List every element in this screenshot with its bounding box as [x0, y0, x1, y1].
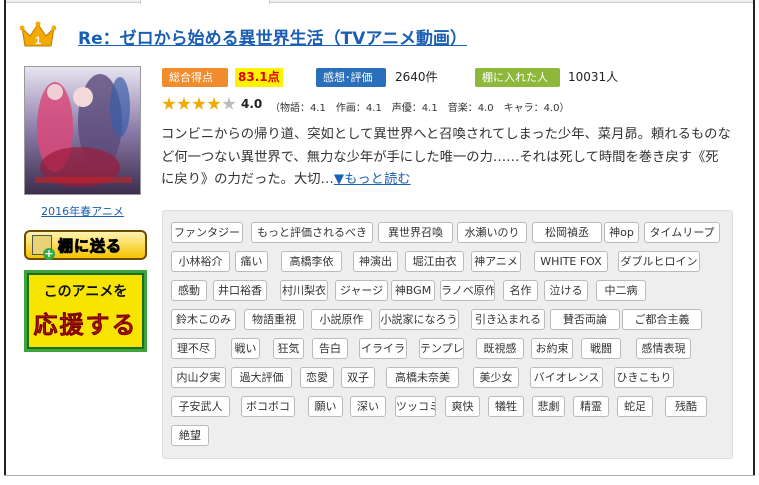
rating-stars — [162, 97, 236, 111]
tag-chip[interactable]: 神演出 — [353, 251, 398, 272]
tag-chip[interactable]: 小説原作 — [311, 309, 372, 330]
tag-chip[interactable]: 感動 — [171, 280, 207, 301]
tag-chip[interactable]: 内山夕実 — [171, 367, 226, 388]
tag-chip[interactable]: タイムリープ — [644, 222, 720, 243]
tag-chip[interactable]: ツッコミ — [395, 396, 436, 417]
tag-chip[interactable]: イライラ — [359, 338, 407, 359]
reviews-label: 感想･評価 — [316, 68, 386, 87]
tag-chip[interactable]: 既視感 — [476, 338, 524, 359]
add-to-shelf-button[interactable]: 棚に送る — [24, 230, 147, 260]
tag-chip[interactable]: 痛い — [235, 251, 268, 272]
tag-chip[interactable]: WHITE FOX — [534, 251, 608, 272]
tag-chip[interactable]: もっと評価されるべき — [251, 222, 373, 243]
tag-chip[interactable]: ラノベ原作 — [440, 280, 495, 301]
tag-chip[interactable]: 子安武人 — [171, 396, 230, 417]
synopsis: コンビニからの帰り道、突如として異世界へと召喚されてしまった少年、菜月昴。頼れる… — [161, 124, 731, 192]
tag-chip[interactable]: ジャージ — [335, 280, 388, 301]
support-button-line1: このアニメを — [43, 284, 128, 300]
tags-panel: ファンタジー もっと評価されるべき 異世界召喚 水瀬いのり 松岡禎丞 神op タイムリープ小… — [162, 210, 733, 459]
star-icon — [177, 97, 191, 110]
reviews-count: 2640件 — [395, 70, 438, 84]
tag-chip[interactable]: 告白 — [312, 338, 348, 359]
synopsis-text: コンビニからの帰り道、突如として異世界へと召喚されてしまった少年、菜月昴。頼れる… — [161, 127, 731, 187]
tag-chip[interactable]: 引き込まれる — [471, 309, 545, 330]
total-score-value: 83.1点 — [235, 68, 283, 87]
rating-breakdown: （物語：4.1 作画：4.1 声優：4.1 音楽：4.0 キャラ：4.0） — [270, 103, 570, 114]
star-icon — [207, 97, 221, 110]
tag-chip[interactable]: 狂気 — [273, 338, 304, 359]
rank-number: 1 — [35, 35, 41, 47]
star-icon — [162, 97, 176, 110]
tag-chip[interactable]: 理不尽 — [171, 338, 216, 359]
read-more-link[interactable]: ▼もっと読む — [334, 172, 411, 187]
support-button-line2: 応援する — [33, 311, 138, 340]
tag-chip[interactable]: テンプレ — [419, 338, 464, 359]
tag-chip[interactable]: 高橋李依 — [281, 251, 342, 272]
tag-chip[interactable]: 小林裕介 — [171, 251, 230, 272]
tag-chip[interactable]: 美少女 — [473, 367, 519, 388]
tag-chip[interactable]: ダブルヒロイン — [618, 251, 700, 272]
tag-chip[interactable]: 村川梨衣 — [280, 280, 328, 301]
tag-chip[interactable]: 泣ける — [544, 280, 588, 301]
tag-chip[interactable]: ご都合主義 — [622, 309, 702, 330]
tag-chip[interactable]: 鈴木このみ — [171, 309, 236, 330]
tag-chip[interactable]: 爽快 — [445, 396, 480, 417]
star-icon — [192, 97, 206, 110]
tag-chip[interactable]: 小説家になろう — [379, 309, 459, 330]
tag-chip[interactable]: バイオレンス — [530, 367, 603, 388]
tag-chip[interactable]: 犠牲 — [488, 396, 524, 417]
anime-poster-image[interactable] — [24, 66, 141, 195]
anime-title-link[interactable]: Re：ゼロから始める異世界生活（TVアニメ動画） — [78, 24, 467, 49]
tag-chip[interactable]: ボコボコ — [241, 396, 295, 417]
shelf-add-icon — [32, 235, 55, 260]
tag-chip[interactable]: 過大評価 — [231, 367, 292, 388]
rank-crown-icon: 1 — [20, 21, 56, 47]
tag-chip[interactable]: ひきこもり — [614, 367, 674, 388]
tag-chip[interactable]: 賛否両論 — [550, 309, 620, 330]
tag-chip[interactable]: 井口裕香 — [213, 280, 267, 301]
shelf-button-label: 棚に送る — [57, 236, 123, 255]
tag-chip[interactable]: 蛇足 — [617, 396, 653, 417]
tag-chip[interactable]: 深い — [350, 396, 386, 417]
tag-chip[interactable]: 名作 — [503, 280, 538, 301]
tag-chip[interactable]: 願い — [308, 396, 343, 417]
tag-chip[interactable]: 水瀬いのり — [457, 222, 527, 243]
bottom-border — [4, 475, 755, 485]
tag-chip[interactable]: 神アニメ — [471, 251, 521, 272]
shelf-count-label: 棚に入れた人 — [475, 68, 560, 87]
tag-chip[interactable]: 戦闘 — [581, 338, 621, 359]
tag-chip[interactable]: 感情表現 — [636, 338, 691, 359]
tag-chip[interactable]: ファンタジー — [171, 222, 243, 243]
tag-chip[interactable]: 物語重視 — [244, 309, 304, 330]
tag-chip[interactable]: 神BGM — [391, 280, 435, 301]
tag-chip[interactable]: 双子 — [341, 367, 375, 388]
tag-chip[interactable]: 恋愛 — [300, 367, 334, 388]
star-icon — [222, 97, 236, 110]
tag-chip[interactable]: 戦い — [231, 338, 260, 359]
shelf-count-value: 10031人 — [568, 70, 619, 84]
tag-chip[interactable]: 堀江由衣 — [405, 251, 464, 272]
tag-chip[interactable]: 残酷 — [665, 396, 707, 417]
tag-chip[interactable]: 高橋未奈美 — [386, 367, 459, 388]
season-link[interactable]: 2016年春アニメ — [24, 203, 141, 219]
rating-overall: 4.0 — [241, 97, 263, 111]
tag-chip[interactable]: 松岡禎丞 — [532, 222, 602, 243]
tag-chip[interactable]: 絶望 — [171, 425, 209, 446]
total-score-label: 総合得点 — [162, 68, 228, 87]
tag-chip[interactable]: 神op — [604, 222, 639, 243]
support-anime-button[interactable]: このアニメを 応援する — [24, 270, 147, 352]
tag-chip[interactable]: 異世界召喚 — [378, 222, 453, 243]
tag-chip[interactable]: 悲劇 — [532, 396, 565, 417]
tag-chip[interactable]: 中二病 — [596, 280, 646, 301]
tag-chip[interactable]: お約束 — [531, 338, 573, 359]
tag-chip[interactable]: 精霊 — [573, 396, 609, 417]
